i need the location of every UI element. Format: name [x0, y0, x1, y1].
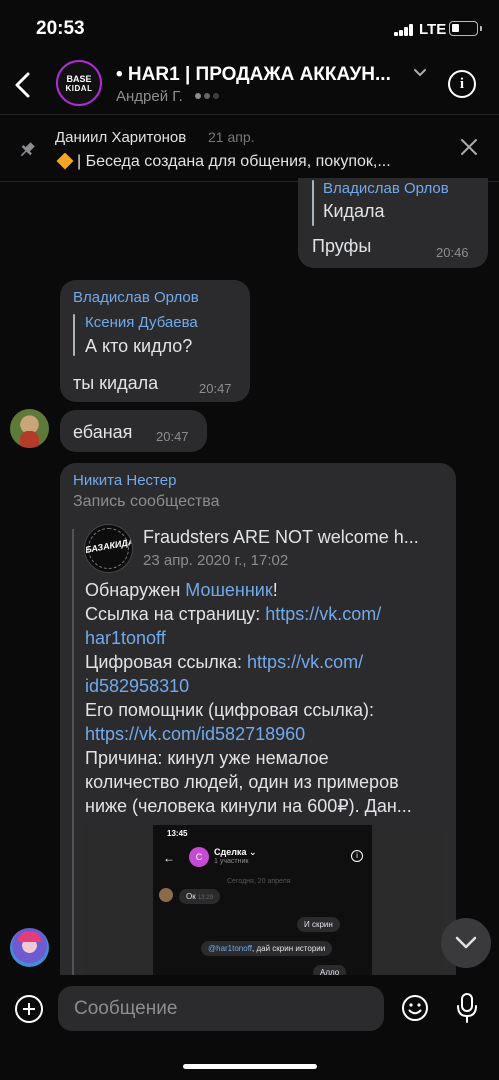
repost-source-label: Запись сообщества — [73, 493, 220, 510]
status-bar: 20:53 LTE — [0, 0, 499, 56]
pinned-message[interactable]: Даниил Харитонов 21 апр. | Беседа создан… — [0, 114, 499, 182]
signal-icon — [394, 24, 414, 36]
pinned-text: | Беседа создана для общения, покупок,..… — [77, 153, 391, 170]
back-arrow-icon: ← — [163, 851, 175, 865]
post-link[interactable]: id582958310 — [85, 676, 189, 696]
post-line: https://vk.com/id582718960 — [85, 724, 305, 745]
message-bubble[interactable]: Владислав Орлов Ксения Дубаева А кто кид… — [60, 280, 250, 402]
diamond-icon — [56, 153, 74, 170]
typing-indicator-icon — [195, 93, 219, 99]
quote-text: А кто кидло? — [85, 336, 193, 356]
message-time: 20:46 — [436, 245, 469, 260]
post-link[interactable]: https://vk.com/ — [247, 652, 363, 672]
post-line: Ссылка на страницу: https://vk.com/ — [85, 604, 382, 624]
post-link[interactable]: Мошенник — [185, 580, 272, 600]
post-line: Его помощник (цифровая ссылка): — [85, 700, 375, 720]
quote-bar — [73, 314, 75, 356]
post-line: количество людей, один из примеров — [85, 772, 399, 792]
post-line: har1tonoff — [85, 628, 166, 649]
chevron-down-icon[interactable] — [413, 68, 427, 78]
microphone-icon[interactable] — [455, 992, 479, 1024]
message-time: 20:47 — [199, 381, 232, 396]
quote-bar — [312, 180, 314, 226]
chat-header: BASE KIDAL • HAR1 | ПРОДАЖА АККАУН... Ан… — [0, 56, 499, 114]
repost-date: 23 апр. 2020 г., 17:02 — [143, 552, 289, 569]
close-icon[interactable] — [460, 138, 478, 156]
repost-message-bubble[interactable]: Никита Нестер Запись сообщества БАЗАКИДА… — [60, 463, 456, 983]
post-link[interactable]: https://vk.com/ — [265, 604, 381, 624]
back-arrow-icon[interactable] — [12, 68, 34, 102]
add-attachment-button[interactable] — [15, 995, 43, 1023]
repost-title[interactable]: Fraudsters ARE NOT welcome h... — [143, 527, 433, 548]
post-link[interactable]: https://vk.com/id582718960 — [85, 724, 305, 744]
chat-subtitle: Андрей Г. — [116, 88, 183, 105]
avatar — [159, 888, 173, 902]
attached-screenshot[interactable]: 13:45 ← С Сделка ⌄ 1 участник i Сегодня,… — [84, 823, 442, 983]
message-bubble[interactable]: Владислав Орлов Кидала Пруфы 20:46 — [298, 178, 488, 268]
message-input-placeholder: Сообщение — [74, 998, 178, 1019]
pin-icon — [20, 142, 35, 157]
post-line: Цифровая ссылка: https://vk.com/ — [85, 652, 364, 672]
pinned-author: Даниил Харитонов — [55, 129, 187, 146]
post-line: Обнаружен Мошенник! — [85, 580, 278, 600]
message-text: Пруфы — [312, 236, 372, 256]
post-line: ниже (человека кинули на 600₽). Дан... — [85, 796, 412, 816]
sender-avatar[interactable] — [10, 928, 49, 967]
battery-fill — [452, 24, 459, 32]
info-button[interactable]: i — [448, 70, 476, 98]
message-input[interactable]: Сообщение — [58, 986, 384, 1031]
network-type: LTE — [419, 21, 447, 38]
message-text: ты кидала — [73, 373, 159, 393]
chat-avatar[interactable]: BASE KIDAL — [56, 60, 102, 106]
screenshot-image: 13:45 ← С Сделка ⌄ 1 участник i Сегодня,… — [153, 825, 372, 983]
chat-title[interactable]: • HAR1 | ПРОДАЖА АККАУН... — [116, 64, 406, 86]
post-line: id582958310 — [85, 676, 189, 697]
message-author: Никита Нестер — [73, 472, 177, 489]
chat-avatar: С — [189, 847, 209, 867]
chevron-down-icon — [455, 936, 477, 949]
post-link[interactable]: har1tonoff — [85, 628, 166, 648]
battery-icon — [449, 21, 482, 36]
community-avatar[interactable]: БАЗАКИДАЛ — [84, 524, 133, 573]
pinned-text-row: | Беседа создана для общения, покупок,..… — [55, 153, 450, 171]
info-icon: i — [351, 850, 363, 862]
post-line: Причина: кинул уже немалое — [85, 748, 329, 768]
status-time: 20:53 — [36, 18, 85, 39]
home-indicator[interactable] — [183, 1064, 317, 1069]
pinned-date: 21 апр. — [208, 129, 255, 145]
sender-avatar[interactable] — [10, 409, 49, 448]
quote-author: Ксения Дубаева — [85, 314, 198, 331]
quote-text: Кидала — [323, 201, 385, 221]
scroll-down-button[interactable] — [441, 918, 491, 968]
message-bubble[interactable]: ебаная 20:47 — [60, 410, 207, 452]
message-author: Владислав Орлов — [73, 289, 199, 306]
message-text: ебаная — [73, 422, 133, 442]
repost-bar — [72, 529, 74, 983]
message-time: 20:47 — [156, 429, 189, 444]
emoji-icon[interactable] — [401, 994, 429, 1022]
quote-author: Владислав Орлов — [323, 180, 449, 197]
